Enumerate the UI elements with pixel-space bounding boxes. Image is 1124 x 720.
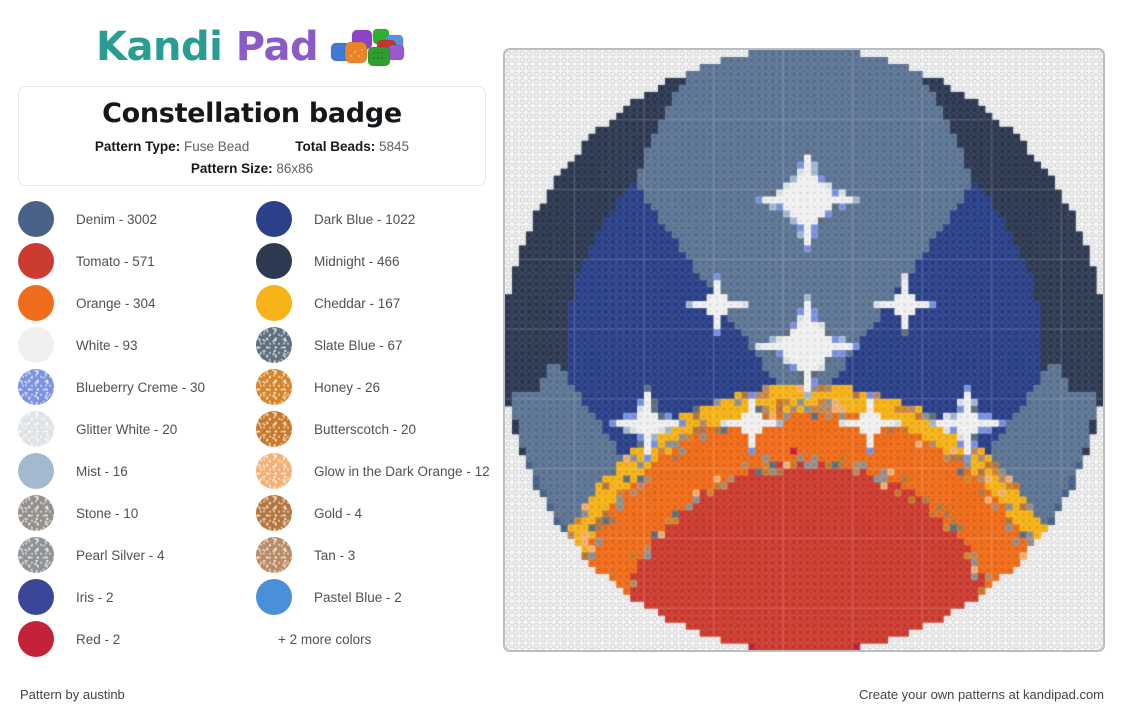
legend-item-label: Stone - 10: [76, 505, 139, 521]
legend-item-label: Honey - 26: [314, 379, 381, 395]
legend-item-glitter-white[interactable]: Glitter White - 20: [18, 408, 250, 450]
color-swatch-icon: [18, 411, 54, 447]
color-swatch-icon: [18, 201, 54, 237]
page-title: Constellation badge: [102, 98, 402, 129]
pattern-type-label: Pattern Type:: [94, 139, 181, 155]
bead-cluster-svg: [330, 28, 405, 67]
color-swatch-icon: [256, 537, 292, 573]
legend-item-label: Mist - 16: [76, 463, 128, 479]
legend-item-label: Iris - 2: [76, 589, 114, 605]
legend-item-pastel-blue[interactable]: Pastel Blue - 2: [256, 576, 488, 618]
legend-item-label: Pastel Blue - 2: [314, 589, 402, 605]
color-swatch-icon: [18, 495, 54, 531]
color-swatch-icon: [256, 411, 292, 447]
legend-item-red[interactable]: Red - 2: [18, 618, 250, 660]
app-logo[interactable]: Kandi Pad: [96, 22, 406, 72]
legend-item-label: Tan - 3: [314, 547, 356, 563]
color-swatch-icon: [256, 453, 292, 489]
legend-item-label: Cheddar - 167: [314, 295, 401, 311]
legend-item-label: Glow in the Dark Orange - 12: [314, 463, 490, 479]
legend-item-honey[interactable]: Honey - 26: [256, 366, 488, 408]
bead-pattern-frame[interactable]: [503, 48, 1105, 652]
legend-item-gold[interactable]: Gold - 4: [256, 492, 488, 534]
legend-item-label: Orange - 304: [76, 295, 156, 311]
color-swatch-icon: [18, 537, 54, 573]
left-panel: Kandi Pad Constellation badge Pattern Ty…: [0, 0, 500, 672]
color-swatch-icon: [18, 243, 54, 279]
color-swatch-icon: [256, 495, 292, 531]
logo-kandi-text: Kandi: [96, 24, 223, 70]
more-colors-label[interactable]: + 2 more colors: [256, 618, 488, 660]
legend-item-blueberry-creme[interactable]: Blueberry Creme - 30: [18, 366, 250, 408]
legend-item-label: Midnight - 466: [314, 253, 400, 269]
pattern-size-value: 86x86: [276, 161, 314, 177]
legend-item-label: Gold - 4: [314, 505, 363, 521]
total-beads-meta: Total Beads: 5845: [295, 136, 409, 158]
legend-item-label: Slate Blue - 67: [314, 337, 403, 353]
legend-item-label: Red - 2: [76, 631, 121, 647]
legend-item-orange[interactable]: Orange - 304: [18, 282, 250, 324]
legend-item-slate-blue[interactable]: Slate Blue - 67: [256, 324, 488, 366]
color-swatch-icon: [18, 285, 54, 321]
legend-item-mist[interactable]: Mist - 16: [18, 450, 250, 492]
color-swatch-icon: [256, 327, 292, 363]
total-beads-value: 5845: [379, 139, 410, 155]
color-swatch-icon: [18, 327, 54, 363]
legend-item-stone[interactable]: Stone - 10: [18, 492, 250, 534]
color-swatch-icon: [18, 621, 54, 657]
legend-item-cheddar[interactable]: Cheddar - 167: [256, 282, 488, 324]
meta-row-secondary: Pattern Size: 86x86: [19, 158, 485, 180]
logo-pad-text: Pad: [235, 24, 319, 70]
legend-item-tan[interactable]: Tan - 3: [256, 534, 488, 576]
legend-item-pearl-silver[interactable]: Pearl Silver - 4: [18, 534, 250, 576]
legend-item-label: Tomato - 571: [76, 253, 155, 269]
legend-item-label: White - 93: [76, 337, 138, 353]
legend-item-dark-blue[interactable]: Dark Blue - 1022: [256, 198, 488, 240]
legend-item-glow-in-the-dark-orange[interactable]: Glow in the Dark Orange - 12: [256, 450, 490, 492]
legend-item-label: Butterscotch - 20: [314, 421, 417, 437]
meta-row-primary: Pattern Type: Fuse Bead Total Beads: 584…: [19, 136, 485, 158]
legend-item-label: Dark Blue - 1022: [314, 211, 416, 227]
page-footer: Pattern by austinb Create your own patte…: [0, 672, 1124, 720]
bead-pattern-canvas[interactable]: [505, 50, 1103, 650]
legend-item-label: Blueberry Creme - 30: [76, 379, 206, 395]
legend-item-midnight[interactable]: Midnight - 466: [256, 240, 488, 282]
color-swatch-icon: [18, 579, 54, 615]
pattern-type-value: Fuse Bead: [183, 139, 250, 155]
total-beads-label: Total Beads:: [295, 139, 376, 155]
color-swatch-icon: [256, 243, 292, 279]
legend-item-label: Glitter White - 20: [76, 421, 178, 437]
logo-wordmark: Kandi Pad: [96, 24, 319, 70]
color-swatch-icon: [256, 579, 292, 615]
promo-text: Create your own patterns at kandipad.com: [859, 687, 1104, 702]
pattern-type-meta: Pattern Type: Fuse Bead: [95, 136, 249, 158]
pattern-size-label: Pattern Size:: [190, 161, 273, 177]
legend-item-denim[interactable]: Denim - 3002: [18, 198, 250, 240]
pattern-info-card: Constellation badge Pattern Type: Fuse B…: [18, 86, 486, 186]
pattern-author: Pattern by austinb: [20, 687, 125, 702]
color-swatch-icon: [256, 369, 292, 405]
pattern-size-meta: Pattern Size: 86x86: [191, 158, 313, 180]
legend-item-label: Pearl Silver - 4: [76, 547, 165, 563]
color-legend: Denim - 3002 Dark Blue - 1022 Tomato - 571…: [18, 198, 490, 660]
legend-item-iris[interactable]: Iris - 2: [18, 576, 250, 618]
color-swatch-icon: [18, 369, 54, 405]
legend-item-tomato[interactable]: Tomato - 571: [18, 240, 250, 282]
color-swatch-icon: [256, 285, 292, 321]
legend-item-butterscotch[interactable]: Butterscotch - 20: [256, 408, 488, 450]
color-swatch-icon: [18, 453, 54, 489]
legend-item-label: Denim - 3002: [76, 211, 158, 227]
legend-item-white[interactable]: White - 93: [18, 324, 250, 366]
color-swatch-icon: [256, 201, 292, 237]
bead-cluster-icon: [328, 25, 406, 69]
